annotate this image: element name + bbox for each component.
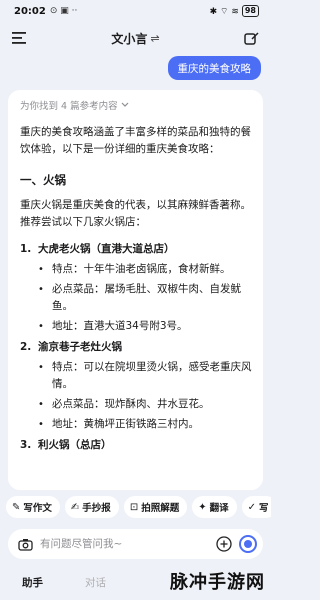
swap-icon: ⇌ [150,31,160,45]
check-icon: ✓ [247,501,257,513]
shop-item: 1. 大虎老火锅（直港大道总店） • 特点：十年牛油老卤锅底，食材新鲜。 • 必点菜… [20,241,253,335]
menu-icon[interactable] [10,29,28,47]
status-time: 20:02 [14,5,46,17]
quick-action-photo-solve[interactable]: ⊡ 拍照解题 [123,496,188,518]
user-message-bubble: 重庆的美食攻略 [167,56,261,80]
shop-name: 渝京巷子老灶火锅 [38,341,122,353]
section-title: 一、火锅 [20,173,66,187]
shop-detail: • 必点菜品：现炸酥肉、井水豆花。 [38,398,210,410]
references-label: 为你找到 4 篇参考内容 [20,101,118,112]
shop-detail: • 地址：直港大道34号附3号。 [38,320,188,332]
watermark-logo: 脉冲手游网 [170,572,265,593]
camera-icon[interactable] [16,535,34,553]
add-icon[interactable] [215,535,233,553]
translate-icon: ✦ [198,501,207,513]
chat-input[interactable] [40,538,209,550]
quick-action-poster[interactable]: ✍ 手抄报 [64,496,119,518]
answer-intro: 重庆的美食攻略涵盖了丰富多样的菜品和独特的餐饮体验，以下是一份详细的重庆美食攻略… [20,126,251,155]
answer-card: 为你找到 4 篇参考内容 重庆的美食攻略涵盖了丰富多样的菜品和独特的餐饮体验，以… [8,90,263,490]
battery-icon: 98 [241,5,259,17]
scroll-fade [8,468,263,490]
pencil-icon: ✎ [12,501,21,513]
model-switcher[interactable]: 文小言 ⇌ [111,30,159,47]
shop-number: 3. [20,439,32,451]
shop-number: 2. [20,341,32,353]
page-title: 文小言 [111,31,148,46]
nav-bar: 文小言 ⇌ [0,24,271,52]
quick-actions: ✎ 写作文 ✍ 手抄报 ⊡ 拍照解题 ✦ 翻译 ✓ 写 [0,496,271,520]
record-icon [244,540,252,548]
tab-chat[interactable]: 对话 [85,575,106,590]
shop-item: 3. 利火锅（总店） [20,437,253,454]
chat-input-bar [8,529,263,559]
shop-name: 利火锅（总店） [38,439,112,451]
shop-number: 1. [20,243,32,255]
shop-detail: • 地址：黄桷坪正街铁路三村内。 [38,418,199,430]
shop-name: 大虎老火锅（直港大道总店） [38,243,175,255]
user-message-text: 重庆的美食攻略 [177,62,252,75]
quick-action-write[interactable]: ✓ 写 [241,496,271,518]
shop-detail: • 特点：十年牛油老卤锅底，食材新鲜。 [38,263,231,275]
camera-icon: ⊡ [129,501,139,513]
status-signal-icons: ✱ ⌔ ≋ [209,6,239,17]
section-description: 重庆火锅是重庆美食的代表，以其麻辣鲜香著称。推荐尝试以下几家火锅店： [20,199,251,228]
new-chat-icon[interactable] [243,29,261,47]
status-notification-icons: ⊙ ▣ ·· [49,6,78,16]
references-toggle[interactable]: 为你找到 4 篇参考内容 [20,98,253,112]
status-bar: 20:02 ⊙ ▣ ·· ✱ ⌔ ≋ 98 [0,0,271,22]
quick-action-essay[interactable]: ✎ 写作文 [6,496,60,518]
tab-assistant[interactable]: 助手 [22,575,43,590]
quick-action-translate[interactable]: ✦ 翻译 [192,496,237,518]
voice-send-button[interactable] [239,535,257,553]
chevron-down-icon [121,102,129,107]
shop-item: 2. 渝京巷子老灶火锅 • 特点：可以在院坝里烫火锅，感受老重庆风情。 • 必点菜品… [20,339,253,433]
shop-detail: • 必点菜品：屠场毛肚、双椒牛肉、自发鱿鱼。 [38,283,241,312]
handwrite-icon: ✍ [70,501,80,513]
shop-detail: • 特点：可以在院坝里烫火锅，感受老重庆风情。 [38,361,252,390]
